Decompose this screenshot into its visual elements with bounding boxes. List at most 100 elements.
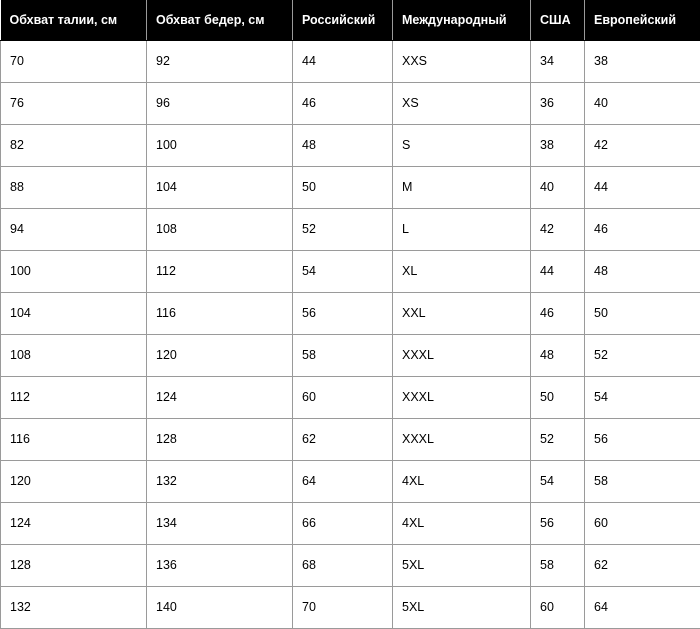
column-header-waist: Обхват талии, см xyxy=(1,0,147,41)
table-cell-eu: 40 xyxy=(585,83,700,125)
table-header-row: Обхват талии, см Обхват бедер, см Россий… xyxy=(1,0,700,41)
table-cell-waist: 100 xyxy=(1,251,147,293)
table-row: 10011254XL4448 xyxy=(1,251,700,293)
table-cell-intl: XL xyxy=(393,251,531,293)
table-cell-waist: 116 xyxy=(1,419,147,461)
table-cell-hips: 132 xyxy=(147,461,293,503)
table-row: 11212460XXXL5054 xyxy=(1,377,700,419)
table-header: Обхват талии, см Обхват бедер, см Россий… xyxy=(1,0,700,41)
table-cell-waist: 128 xyxy=(1,545,147,587)
table-cell-ru: 64 xyxy=(293,461,393,503)
table-cell-eu: 46 xyxy=(585,209,700,251)
table-cell-usa: 38 xyxy=(531,125,585,167)
table-cell-usa: 56 xyxy=(531,503,585,545)
table-cell-hips: 104 xyxy=(147,167,293,209)
table-cell-ru: 68 xyxy=(293,545,393,587)
table-cell-intl: 4XL xyxy=(393,503,531,545)
table-body: 709244XXS3438769646XS36408210048S3842881… xyxy=(1,41,700,629)
table-cell-usa: 54 xyxy=(531,461,585,503)
table-cell-usa: 36 xyxy=(531,83,585,125)
table-cell-intl: XXXL xyxy=(393,335,531,377)
table-row: 9410852L4246 xyxy=(1,209,700,251)
table-cell-intl: 5XL xyxy=(393,545,531,587)
table-row: 11612862XXXL5256 xyxy=(1,419,700,461)
table-row: 10411656XXL4650 xyxy=(1,293,700,335)
table-cell-intl: 4XL xyxy=(393,461,531,503)
table-cell-usa: 50 xyxy=(531,377,585,419)
table-cell-usa: 48 xyxy=(531,335,585,377)
table-cell-usa: 44 xyxy=(531,251,585,293)
table-row: 8210048S3842 xyxy=(1,125,700,167)
table-cell-hips: 134 xyxy=(147,503,293,545)
table-cell-usa: 58 xyxy=(531,545,585,587)
table-cell-eu: 44 xyxy=(585,167,700,209)
table-cell-eu: 52 xyxy=(585,335,700,377)
table-cell-usa: 60 xyxy=(531,587,585,629)
table-row: 120132644XL5458 xyxy=(1,461,700,503)
table-cell-intl: XXL xyxy=(393,293,531,335)
table-row: 128136685XL5862 xyxy=(1,545,700,587)
table-cell-usa: 46 xyxy=(531,293,585,335)
table-cell-eu: 42 xyxy=(585,125,700,167)
table-row: 132140705XL6064 xyxy=(1,587,700,629)
column-header-international: Международный xyxy=(393,0,531,41)
table-cell-ru: 48 xyxy=(293,125,393,167)
table-cell-intl: S xyxy=(393,125,531,167)
table-cell-ru: 58 xyxy=(293,335,393,377)
table-cell-usa: 34 xyxy=(531,41,585,83)
table-cell-intl: L xyxy=(393,209,531,251)
table-cell-ru: 44 xyxy=(293,41,393,83)
table-cell-hips: 124 xyxy=(147,377,293,419)
table-cell-hips: 96 xyxy=(147,83,293,125)
table-cell-waist: 124 xyxy=(1,503,147,545)
table-cell-ru: 66 xyxy=(293,503,393,545)
table-cell-ru: 54 xyxy=(293,251,393,293)
table-cell-usa: 52 xyxy=(531,419,585,461)
table-cell-waist: 132 xyxy=(1,587,147,629)
table-row: 10812058XXXL4852 xyxy=(1,335,700,377)
table-cell-intl: XS xyxy=(393,83,531,125)
table-cell-waist: 88 xyxy=(1,167,147,209)
table-cell-eu: 50 xyxy=(585,293,700,335)
table-cell-intl: XXXL xyxy=(393,419,531,461)
table-cell-eu: 62 xyxy=(585,545,700,587)
table-cell-hips: 116 xyxy=(147,293,293,335)
table-cell-eu: 58 xyxy=(585,461,700,503)
column-header-usa: США xyxy=(531,0,585,41)
table-cell-eu: 38 xyxy=(585,41,700,83)
table-row: 8810450M4044 xyxy=(1,167,700,209)
table-cell-hips: 136 xyxy=(147,545,293,587)
table-cell-waist: 120 xyxy=(1,461,147,503)
table-cell-waist: 104 xyxy=(1,293,147,335)
column-header-european: Европейский xyxy=(585,0,700,41)
table-cell-ru: 62 xyxy=(293,419,393,461)
table-cell-ru: 52 xyxy=(293,209,393,251)
table-cell-ru: 46 xyxy=(293,83,393,125)
table-cell-ru: 50 xyxy=(293,167,393,209)
table-cell-eu: 54 xyxy=(585,377,700,419)
column-header-russian: Российский xyxy=(293,0,393,41)
table-cell-eu: 60 xyxy=(585,503,700,545)
table-cell-eu: 64 xyxy=(585,587,700,629)
table-cell-waist: 108 xyxy=(1,335,147,377)
table-row: 709244XXS3438 xyxy=(1,41,700,83)
table-cell-usa: 42 xyxy=(531,209,585,251)
table-cell-ru: 56 xyxy=(293,293,393,335)
table-row: 124134664XL5660 xyxy=(1,503,700,545)
size-conversion-table: Обхват талии, см Обхват бедер, см Россий… xyxy=(0,0,700,629)
table-cell-hips: 92 xyxy=(147,41,293,83)
table-cell-hips: 112 xyxy=(147,251,293,293)
table-cell-hips: 100 xyxy=(147,125,293,167)
table-cell-waist: 70 xyxy=(1,41,147,83)
table-cell-intl: XXS xyxy=(393,41,531,83)
table-cell-intl: M xyxy=(393,167,531,209)
table-cell-hips: 140 xyxy=(147,587,293,629)
table-cell-waist: 112 xyxy=(1,377,147,419)
table-cell-intl: 5XL xyxy=(393,587,531,629)
table-cell-eu: 56 xyxy=(585,419,700,461)
table-cell-intl: XXXL xyxy=(393,377,531,419)
table-cell-eu: 48 xyxy=(585,251,700,293)
table-row: 769646XS3640 xyxy=(1,83,700,125)
table-cell-waist: 76 xyxy=(1,83,147,125)
table-cell-ru: 60 xyxy=(293,377,393,419)
